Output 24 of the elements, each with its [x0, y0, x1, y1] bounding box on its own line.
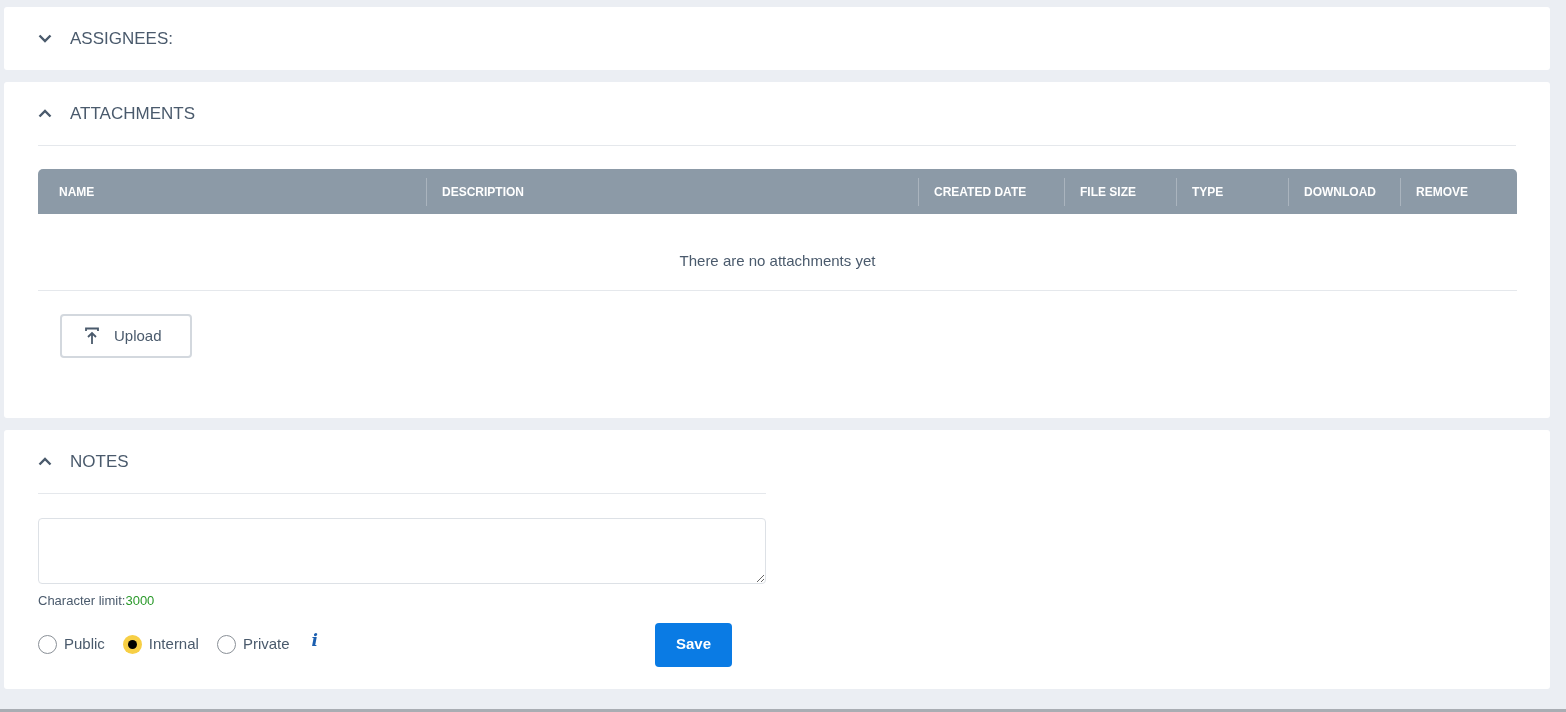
save-button[interactable]: Save: [655, 622, 732, 667]
upload-icon: [84, 327, 100, 345]
info-icon[interactable]: i: [311, 627, 319, 654]
chevron-down-icon[interactable]: [38, 34, 52, 43]
column-header: DOWNLOAD: [1304, 183, 1376, 201]
column-header: NAME: [59, 183, 95, 201]
visibility-radio[interactable]: Public: [38, 633, 105, 656]
column-header: REMOVE: [1416, 183, 1468, 201]
upload-button[interactable]: Upload: [60, 314, 192, 358]
section-title[interactable]: ATTACHMENTS: [70, 100, 195, 127]
character-limit-value: 3000: [125, 592, 155, 610]
visibility-radio[interactable]: Private: [216, 633, 290, 656]
column-header: DESCRIPTION: [442, 183, 524, 201]
column-header: TYPE: [1192, 183, 1224, 201]
chevron-up-icon[interactable]: [38, 109, 52, 118]
empty-message: There are no attachments yet: [679, 250, 876, 271]
notes-field[interactable]: [38, 518, 766, 584]
visibility-radio[interactable]: Internal: [122, 633, 199, 656]
column-header: FILE SIZE: [1080, 183, 1136, 201]
character-limit-label: Character limit:: [38, 592, 126, 610]
section-title[interactable]: ASSIGNEES:: [70, 25, 173, 52]
section-title[interactable]: NOTES: [70, 448, 129, 475]
column-header: CREATED DATE: [934, 183, 1027, 201]
chevron-up-icon[interactable]: [38, 457, 52, 466]
